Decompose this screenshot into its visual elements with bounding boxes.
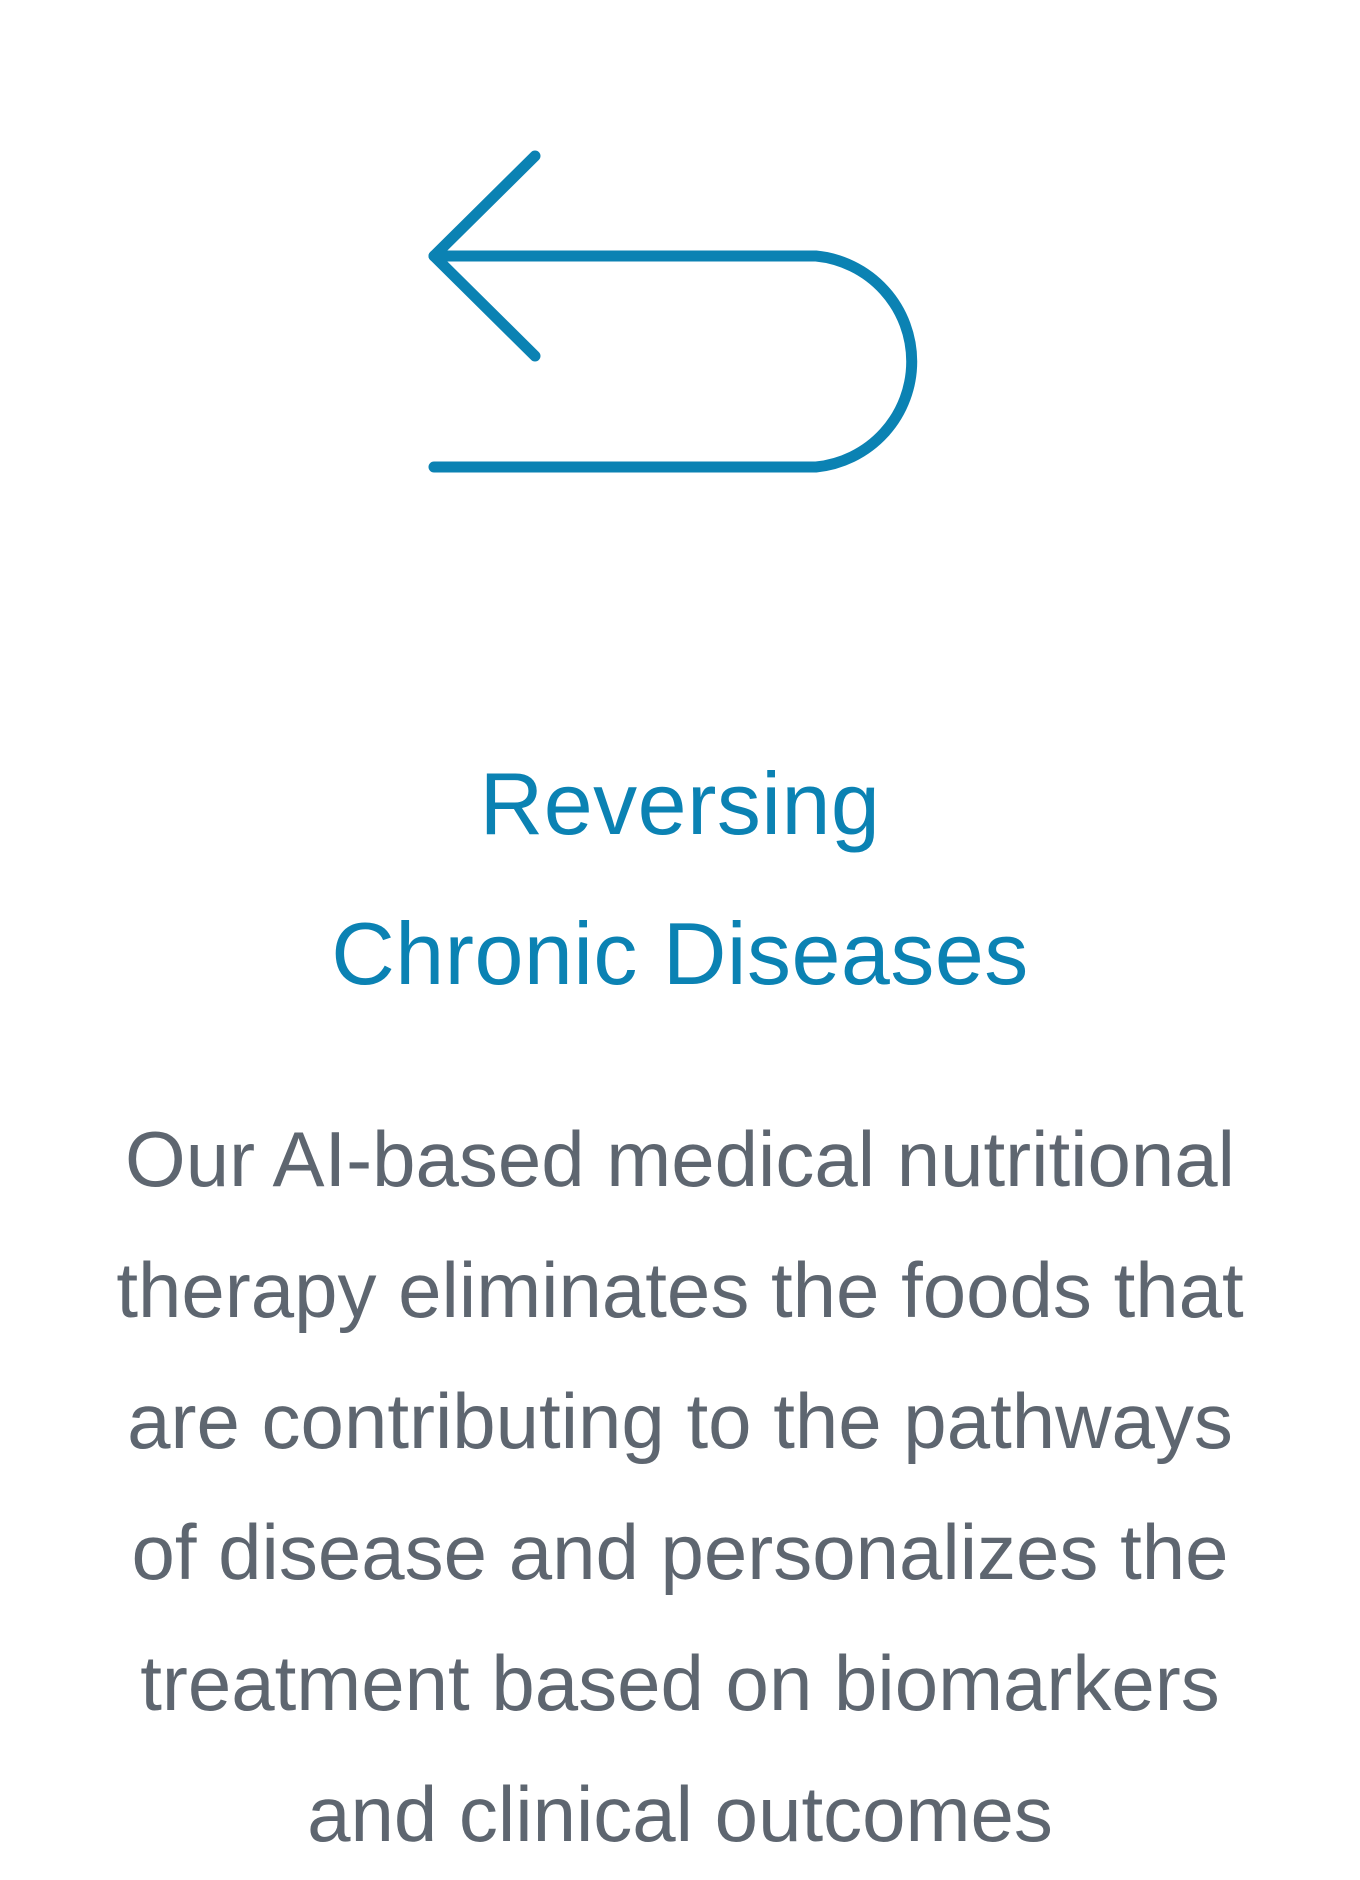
description-line: of disease and personalizes the (131, 1508, 1229, 1596)
description-line: treatment based on biomarkers (140, 1639, 1220, 1727)
title-line: Chronic Diseases (331, 903, 1029, 1003)
u-turn-left-arrow-icon (0, 0, 1360, 560)
title-line: Reversing (479, 753, 881, 853)
feature-description: Our AI-based medical nutritional therapy… (40, 1094, 1320, 1880)
description-line: therapy eliminates the foods that (116, 1246, 1244, 1334)
description-line: are contributing to the pathways (127, 1377, 1233, 1465)
page-title: Reversing Chronic Diseases (0, 729, 1360, 1029)
arrow-body (428, 250, 918, 473)
description-line: Our AI-based medical nutritional (125, 1115, 1235, 1203)
feature-card: Reversing Chronic Diseases Our AI-based … (0, 0, 1360, 1858)
description-line: and clinical outcomes (307, 1770, 1053, 1858)
